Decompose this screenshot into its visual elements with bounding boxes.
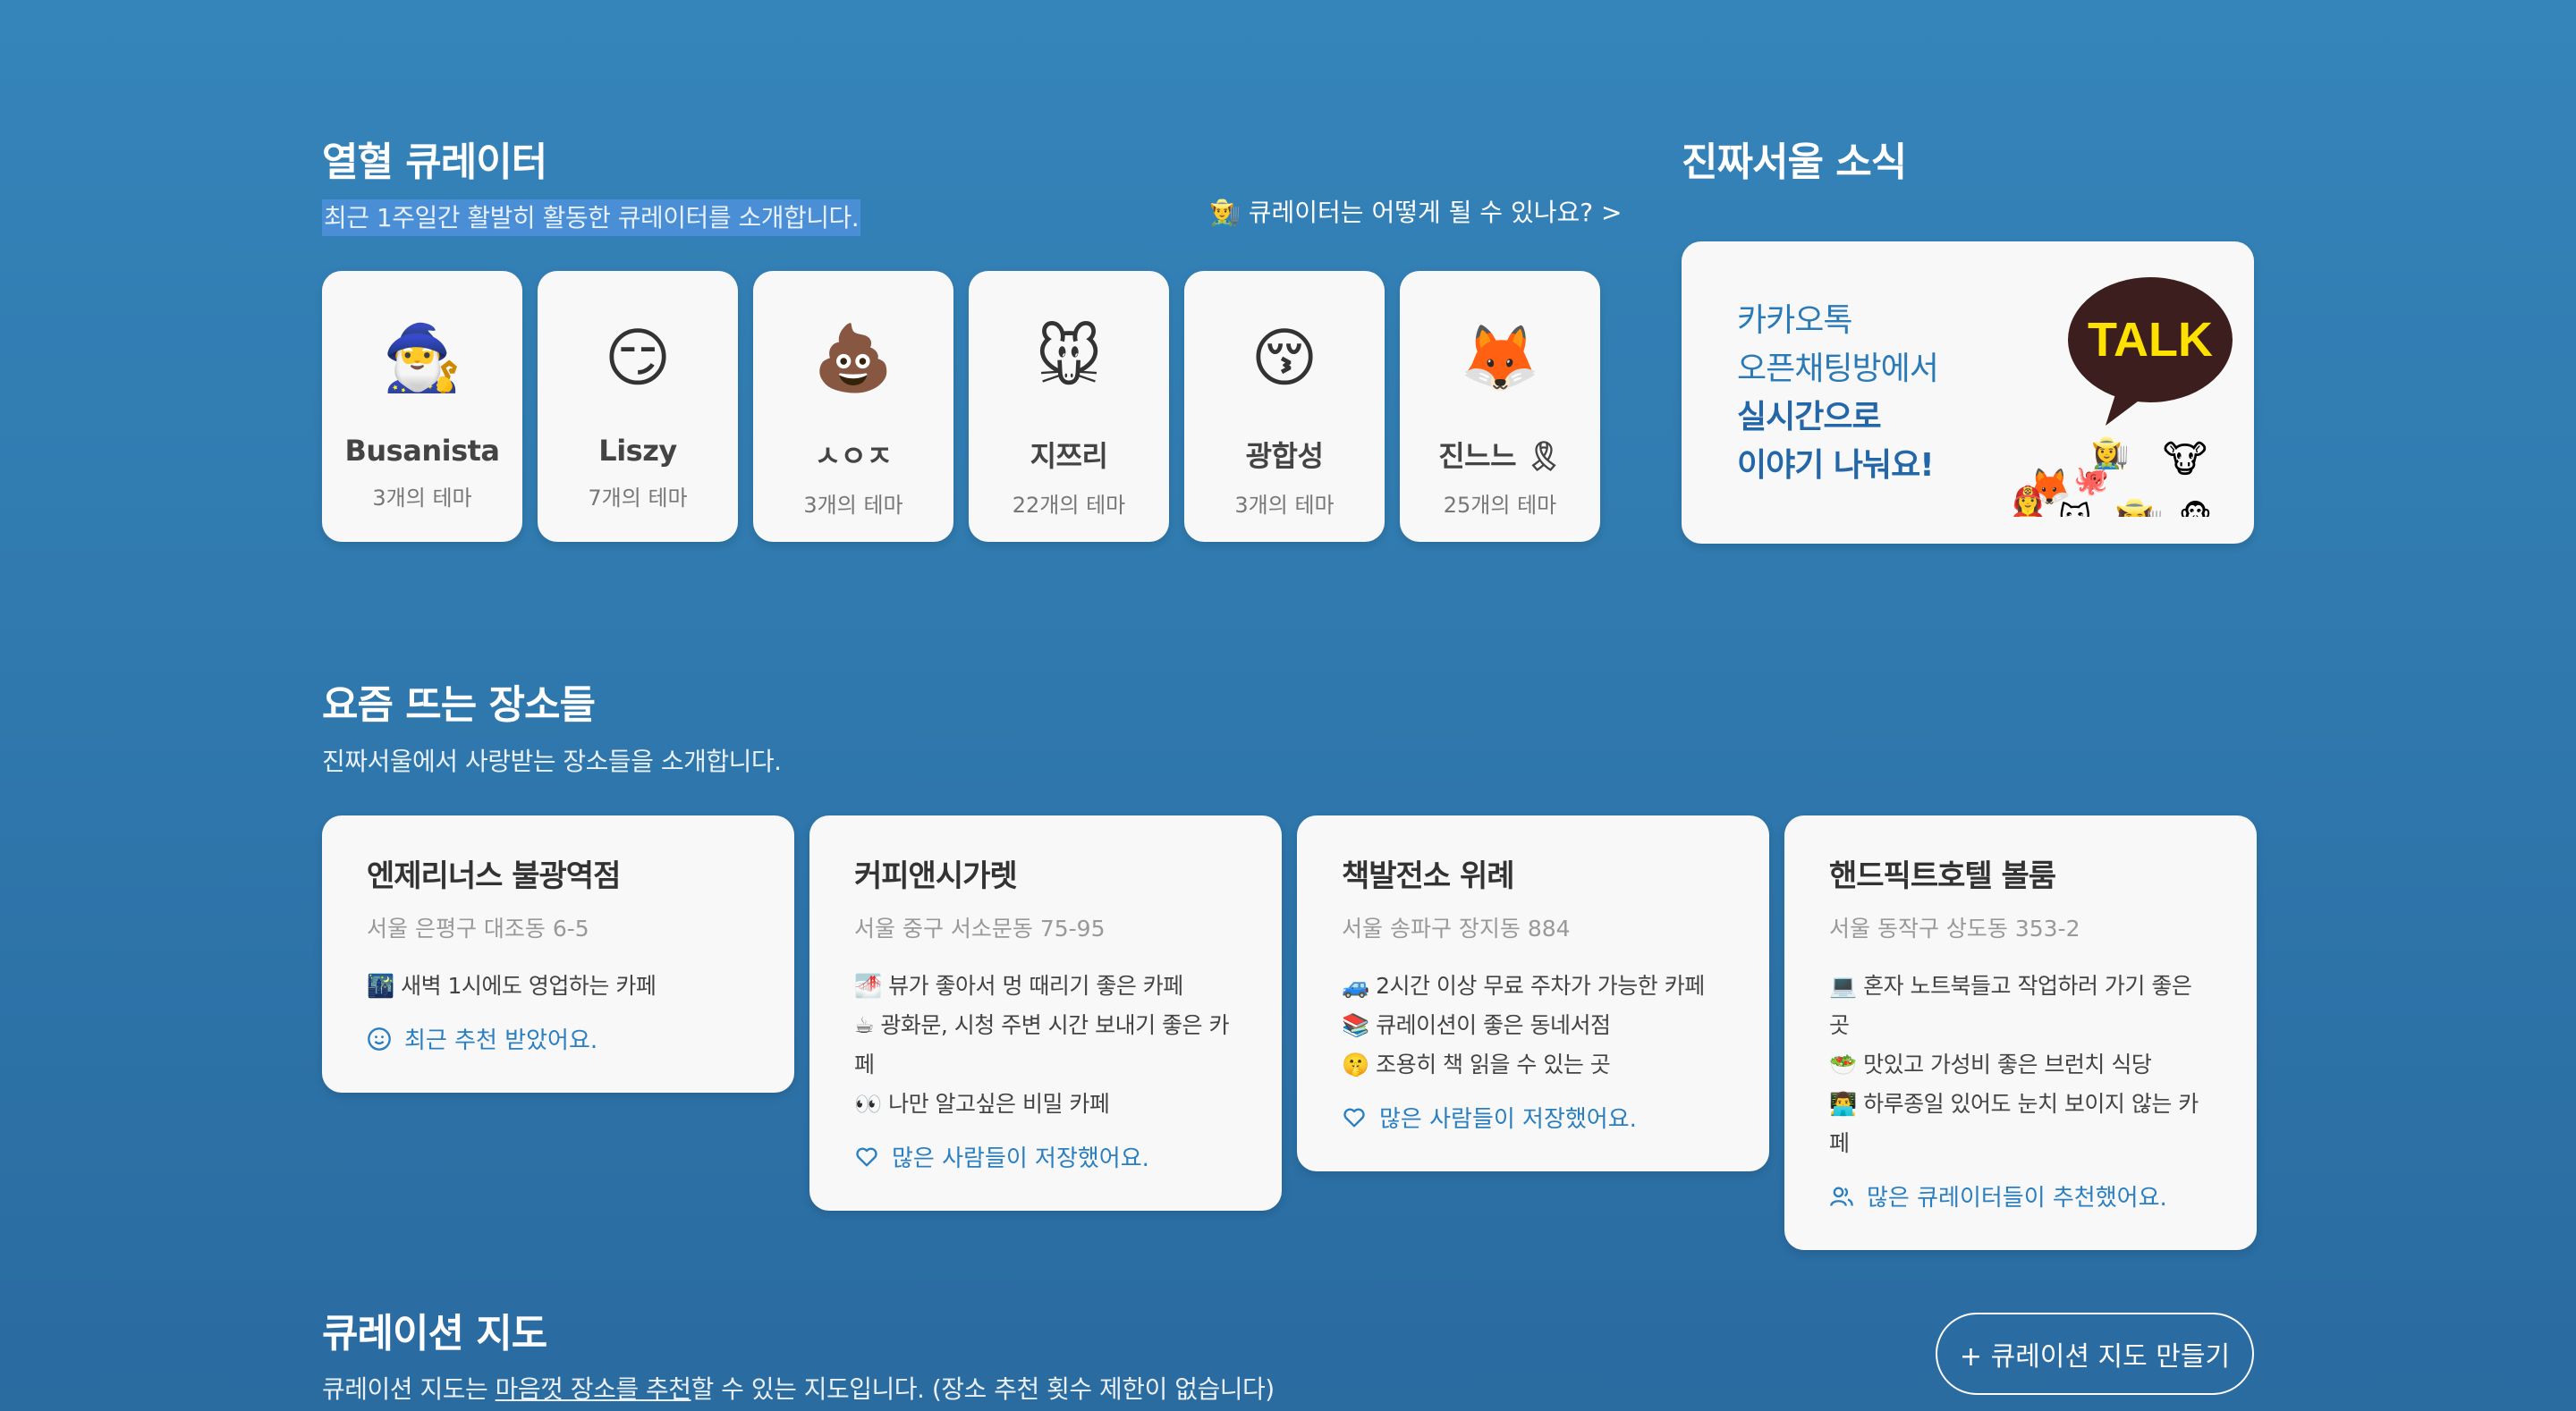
- place-footer-text: 많은 사람들이 저장했어요.: [892, 1145, 1149, 1172]
- place-tags: 💻 혼자 노트북들고 작업하러 가기 좋은 곳 🥗 맛있고 가성비 좋은 브런치…: [1829, 967, 2212, 1163]
- curator-name: 지쯔리: [1030, 439, 1108, 473]
- place-tag: 👨‍💻 하루종일 있어도 눈치 보이지 않는 카페: [1829, 1091, 2199, 1156]
- banner-line-2: 오픈채팅방에서: [1737, 351, 1939, 387]
- recommend-link[interactable]: 마음껏 장소를 추천: [496, 1374, 691, 1404]
- place-address: 서울 은평구 대조동 6-5: [367, 916, 589, 942]
- place-footer: 많은 사람들이 저장했어요.: [854, 1140, 1237, 1173]
- place-address: 서울 동작구 상도동 353-2: [1829, 916, 2080, 942]
- banner-line-3: 실시간으로: [1737, 399, 1882, 435]
- places-title: 요즘 뜨는 장소들: [322, 682, 596, 728]
- curators-subtitle: 최근 1주일간 활발히 활동한 큐레이터를 소개합니다.: [322, 199, 861, 236]
- map-subtitle: 큐레이션 지도는 마음껏 장소를 추천할 수 있는 지도입니다. (장소 추천 …: [322, 1374, 1275, 1404]
- place-tags: 🚙 2시간 이상 무료 주차가 가능한 카페 📚 큐레이션이 좋은 동네서점 🤫…: [1342, 967, 1724, 1085]
- curator-name: Busanista: [344, 434, 501, 468]
- users-icon: [1830, 1187, 1853, 1206]
- heart-icon: [1343, 1108, 1365, 1127]
- curator-theme-count: 25개의 테마: [1443, 493, 1557, 518]
- place-footer: 최근 추천 받았어요.: [367, 1022, 750, 1055]
- curator-card[interactable]: 🧙‍♂️ Busanista 3개의 테마: [322, 271, 522, 542]
- curator-card[interactable]: 😚 광합성 3개의 테마: [1184, 271, 1385, 542]
- place-tag: 💻 혼자 노트북들고 작업하러 가기 좋은 곳: [1829, 973, 2192, 1038]
- talk-label: TALK: [2088, 313, 2213, 367]
- place-address: 서울 송파구 장지동 884: [1342, 916, 1571, 942]
- avatar: 😚: [1250, 320, 1318, 395]
- places-subtitle: 진짜서울에서 사랑받는 장소들을 소개합니다.: [322, 747, 782, 776]
- place-footer-text: 많은 큐레이터들이 추천했어요.: [1867, 1185, 2167, 1212]
- place-tag: ☕ 광화문, 시청 주변 시간 보내기 좋은 카페: [854, 1012, 1230, 1077]
- curator-card[interactable]: 🐭 지쯔리 22개의 테마: [969, 271, 1169, 542]
- place-name: 책발전소 위례: [1342, 858, 1515, 894]
- place-card[interactable]: 책발전소 위례 서울 송파구 장지동 884 🚙 2시간 이상 무료 주차가 가…: [1297, 815, 1769, 1171]
- place-tag: 🌃 새벽 1시에도 영업하는 카페: [367, 973, 657, 999]
- banner-line-4: 이야기 나눠요!: [1737, 447, 1935, 484]
- character-icon: 😺: [2058, 502, 2092, 517]
- curator-name: 광합성: [1245, 439, 1324, 473]
- place-tags: 🌃 새벽 1시에도 영업하는 카페: [367, 967, 750, 1006]
- place-card[interactable]: 핸드픽트호텔 볼룸 서울 동작구 상도동 353-2 💻 혼자 노트북들고 작업…: [1784, 815, 2257, 1250]
- place-address: 서울 중구 서소문동 75-95: [854, 916, 1106, 942]
- heart-icon: [856, 1147, 877, 1166]
- place-list: 엔제리너스 불광역점 서울 은평구 대조동 6-5 🌃 새벽 1시에도 영업하는…: [322, 815, 2257, 1250]
- curator-theme-count: 3개의 테마: [1234, 493, 1335, 518]
- curators-title: 열혈 큐레이터: [322, 139, 547, 185]
- avatar: 🧙‍♂️: [382, 320, 462, 395]
- place-name: 핸드픽트호텔 볼룸: [1829, 858, 2056, 894]
- curator-card[interactable]: 💩 ㅅㅇㅈ 3개의 테마: [753, 271, 953, 542]
- curator-name: Liszy: [598, 434, 677, 468]
- curator-name: ㅅㅇㅈ: [814, 439, 893, 473]
- avatar: 🦊: [1460, 320, 1540, 395]
- place-tag: 🤫 조용히 책 읽을 수 있는 곳: [1342, 1052, 1611, 1077]
- create-curation-map-button[interactable]: + 큐레이션 지도 만들기: [1936, 1313, 2254, 1395]
- curator-theme-count: 3개의 테마: [372, 486, 472, 511]
- character-icon: 🐮: [2163, 437, 2207, 481]
- news-title: 진짜서울 소식: [1682, 139, 1907, 185]
- place-name: 커피앤시가렛: [854, 858, 1018, 894]
- character-icon: 🧑‍🌾: [2113, 497, 2164, 517]
- place-tag: 🌁 뷰가 좋아서 멍 때리기 좋은 카페: [854, 973, 1183, 999]
- kakao-talk-illustration: TALK 🦊 👩‍🚒 🐙 👩‍🌾 😺 🧑‍🌾 🐮 🐵: [2009, 277, 2233, 517]
- curator-list: 🧙‍♂️ Busanista 3개의 테마 😏 Liszy 7개의 테마 💩 ㅅ…: [322, 271, 1600, 542]
- place-footer: 많은 큐레이터들이 추천했어요.: [1829, 1179, 2212, 1212]
- how-to-become-curator-link[interactable]: 👨‍🌾 큐레이터는 어떻게 될 수 있나요? >: [1209, 193, 1622, 229]
- avatar: 😏: [604, 320, 672, 395]
- character-icon: 👩‍🌾: [2089, 435, 2129, 471]
- map-title: 큐레이션 지도: [322, 1311, 547, 1356]
- place-footer-text: 최근 추천 받았어요.: [404, 1027, 598, 1054]
- curator-theme-count: 7개의 테마: [588, 486, 688, 511]
- curator-card[interactable]: 😏 Liszy 7개의 테마: [538, 271, 738, 542]
- place-tag: 👀 나만 알고싶은 비밀 카페: [854, 1091, 1110, 1117]
- character-icon: 👩‍🚒: [2009, 485, 2046, 517]
- place-footer: 많은 사람들이 저장했어요.: [1342, 1101, 1724, 1134]
- place-tag: 🥗 맛있고 가성비 좋은 브런치 식당: [1829, 1052, 2152, 1077]
- place-tag: 📚 큐레이션이 좋은 동네서점: [1342, 1012, 1611, 1038]
- place-card[interactable]: 커피앤시가렛 서울 중구 서소문동 75-95 🌁 뷰가 좋아서 멍 때리기 좋…: [809, 815, 1282, 1211]
- place-footer-text: 많은 사람들이 저장했어요.: [1379, 1106, 1637, 1133]
- place-name: 엔제리너스 불광역점: [367, 858, 621, 894]
- curator-card[interactable]: 🦊 진느느 🎗 25개의 테마: [1400, 271, 1600, 542]
- smile-icon: [368, 1027, 391, 1051]
- avatar: 🐭: [1035, 320, 1103, 395]
- banner-line-1: 카카오톡: [1737, 302, 1852, 339]
- avatar: 💩: [813, 320, 894, 395]
- place-card[interactable]: 엔제리너스 불광역점 서울 은평구 대조동 6-5 🌃 새벽 1시에도 영업하는…: [322, 815, 794, 1093]
- kakao-openchat-banner[interactable]: 카카오톡 오픈채팅방에서 실시간으로 이야기 나눠요! TALK 🦊 👩‍🚒 🐙…: [1682, 241, 2254, 544]
- place-tag: 🚙 2시간 이상 무료 주차가 가능한 카페: [1342, 973, 1705, 999]
- curator-name: 진느느 🎗: [1438, 439, 1562, 473]
- curator-theme-count: 22개의 테마: [1012, 493, 1126, 518]
- curator-theme-count: 3개의 테마: [803, 493, 903, 518]
- character-icon: 🐵: [2179, 499, 2212, 517]
- place-tags: 🌁 뷰가 좋아서 멍 때리기 좋은 카페 ☕ 광화문, 시청 주변 시간 보내기…: [854, 967, 1237, 1124]
